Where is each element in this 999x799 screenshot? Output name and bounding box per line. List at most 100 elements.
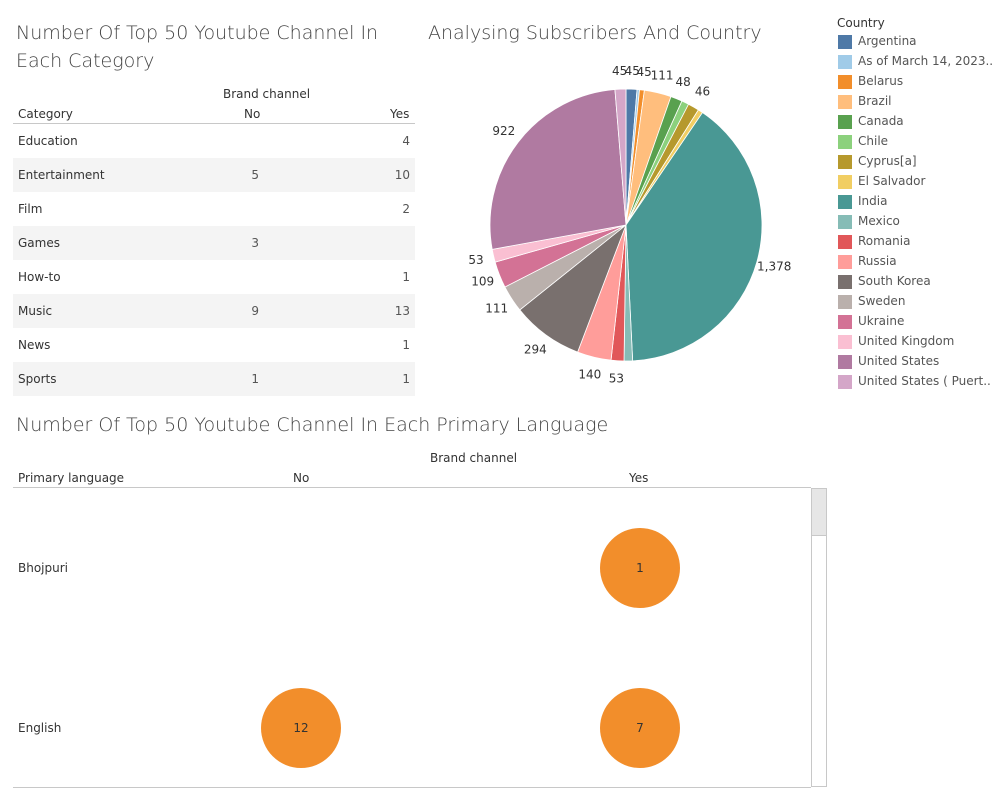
legend-label: South Korea	[858, 274, 931, 288]
category-group-header: Brand channel	[223, 87, 311, 101]
legend-item[interactable]: India	[838, 192, 998, 212]
legend-label: As of March 14, 2023..	[858, 54, 994, 68]
legend-swatch	[838, 255, 852, 269]
category-cell: Games	[18, 236, 60, 250]
legend-item[interactable]: Sweden	[838, 292, 998, 312]
bubble-value-label: 1	[636, 561, 644, 575]
yes-count-cell: 1	[402, 270, 410, 284]
legend-swatch	[838, 235, 852, 249]
category-title: Number Of Top 50 Youtube Channel In Each…	[16, 22, 379, 72]
pie-data-label: 48	[676, 75, 691, 89]
yes-count-cell: 2	[402, 202, 410, 216]
table-row: Sports 1 1	[13, 362, 415, 396]
no-count-cell: 9	[251, 304, 259, 318]
legend-label: Chile	[858, 134, 889, 148]
legend-item[interactable]: United States ( Puert..	[838, 372, 998, 392]
category-cell: How-to	[18, 270, 61, 284]
category-col-yes: Yes	[390, 107, 410, 121]
legend-item[interactable]: Argentina	[838, 32, 998, 52]
bubble-value-label: 12	[293, 721, 308, 735]
legend-item[interactable]: Cyprus[a]	[838, 152, 998, 172]
language-label: English	[18, 721, 61, 735]
yes-count-cell: 10	[394, 168, 410, 182]
language-bottom-divider	[13, 787, 811, 788]
legend-item[interactable]: South Korea	[838, 272, 998, 292]
legend-swatch	[838, 175, 852, 189]
scrollbar-thumb[interactable]	[812, 489, 826, 536]
legend-label: Brazil	[858, 94, 892, 108]
language-label: Bhojpuri	[18, 561, 68, 575]
yes-count-cell: 1	[402, 372, 410, 386]
legend-item[interactable]: Ukraine	[838, 312, 998, 332]
legend-label: India	[858, 194, 888, 208]
legend-item[interactable]: El Salvador	[838, 172, 998, 192]
legend-title: Country	[837, 16, 885, 30]
scrollbar-track[interactable]	[811, 488, 827, 787]
legend-item[interactable]: Brazil	[838, 92, 998, 112]
legend-swatch	[838, 95, 852, 109]
yes-count-cell: 1	[402, 338, 410, 352]
pie-chart: 4545111 48461,378531402941111095392245	[468, 64, 791, 386]
pie-slice[interactable]	[489, 89, 627, 250]
table-row: How-to 1	[13, 260, 415, 294]
legend-swatch	[838, 375, 852, 389]
no-count-cell: 5	[251, 168, 259, 182]
legend-swatch	[838, 155, 852, 169]
category-cell: Music	[18, 304, 53, 318]
legend-item[interactable]: Belarus	[838, 72, 998, 92]
legend-item[interactable]: As of March 14, 2023..	[838, 52, 998, 72]
pie-data-label: 53	[468, 253, 483, 267]
pie-data-label: 53	[609, 372, 624, 386]
legend-item[interactable]: Chile	[838, 132, 998, 152]
pie-data-label: 45	[636, 65, 651, 79]
bubble-value-label: 7	[636, 721, 644, 735]
legend-label: El Salvador	[858, 174, 926, 188]
legend-swatch	[838, 135, 852, 149]
language-title: Number Of Top 50 Youtube Channel In Each…	[16, 414, 609, 436]
legend-swatch	[838, 315, 852, 329]
legend-label: Romania	[858, 234, 911, 248]
pie-data-label: 45	[612, 64, 627, 78]
table-row: Film 2	[13, 192, 415, 226]
table-row: News 1	[13, 328, 415, 362]
legend-label: Canada	[858, 114, 904, 128]
legend-item[interactable]: United Kingdom	[838, 332, 998, 352]
no-count-cell: 3	[251, 236, 259, 250]
legend-label: Argentina	[858, 34, 917, 48]
pie-data-label: 1,378	[757, 260, 791, 274]
category-row-header: Category	[18, 107, 73, 121]
pie-data-label: 140	[578, 368, 601, 382]
legend-label: Ukraine	[858, 314, 905, 328]
legend-label: Belarus	[858, 74, 904, 88]
pie-title: Analysing Subscribers And Country	[428, 22, 762, 44]
legend-label: United States	[858, 354, 940, 368]
legend-item[interactable]: Canada	[838, 112, 998, 132]
pie-data-label: 111	[651, 68, 674, 82]
legend-label: Cyprus[a]	[858, 154, 917, 168]
legend-item[interactable]: Romania	[838, 232, 998, 252]
table-row: Games 3	[13, 226, 415, 260]
category-cell: Education	[18, 134, 78, 148]
pie-data-label: 111	[485, 302, 508, 316]
legend-swatch	[838, 335, 852, 349]
language-row-header: Primary language	[18, 471, 125, 485]
language-bubble-chart: Bhojpuri 1 English 12 7	[18, 528, 680, 768]
legend-label: United Kingdom	[858, 334, 955, 348]
category-cell: Entertainment	[18, 168, 105, 182]
language-group-header: Brand channel	[430, 451, 518, 465]
legend-item[interactable]: Russia	[838, 252, 998, 272]
legend-label: Mexico	[858, 214, 900, 228]
legend-item[interactable]: United States	[838, 352, 998, 372]
pie-data-label: 922	[492, 124, 515, 138]
category-cell: Sports	[18, 372, 57, 386]
category-cell: Film	[18, 202, 43, 216]
table-row: Education 4	[13, 124, 415, 158]
table-row: Music 9 13	[13, 294, 415, 328]
legend-swatch	[838, 215, 852, 229]
legend-swatch	[838, 295, 852, 309]
pie-data-label: 294	[524, 342, 547, 356]
yes-count-cell: 4	[402, 134, 410, 148]
legend-label: Sweden	[858, 294, 906, 308]
legend-item[interactable]: Mexico	[838, 212, 998, 232]
legend-swatch	[838, 355, 852, 369]
